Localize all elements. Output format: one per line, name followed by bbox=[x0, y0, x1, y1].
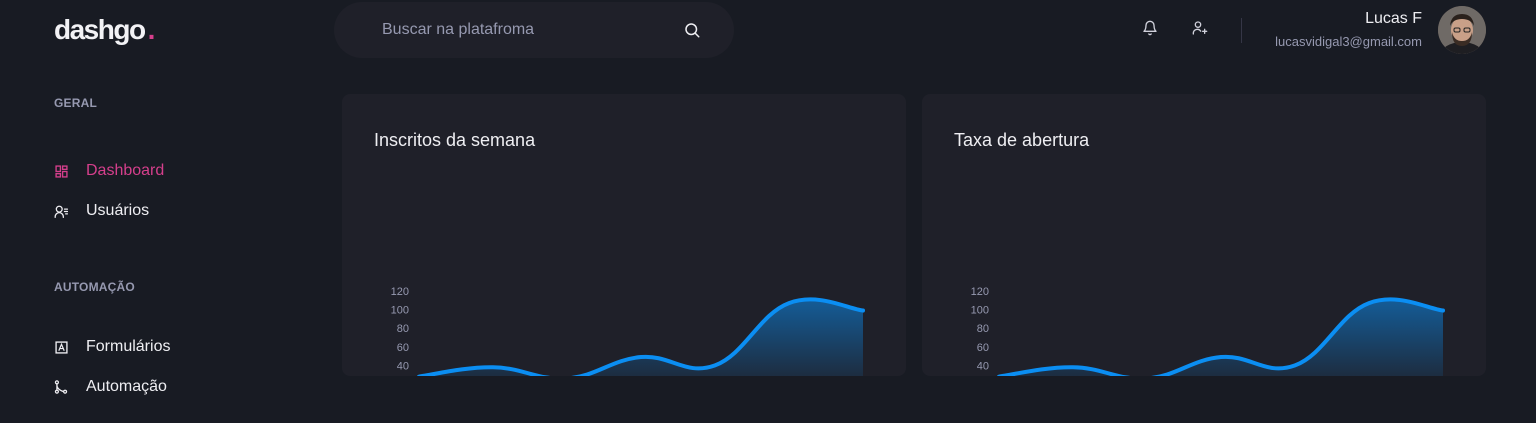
users-icon bbox=[54, 204, 68, 218]
sidebar: GERAL Dashboard Usuários AUTOMAÇÃO Formu… bbox=[54, 96, 294, 399]
sidebar-item-dashboard[interactable]: Dashboard bbox=[54, 159, 294, 183]
sidebar-item-label: Formulários bbox=[86, 338, 171, 355]
y-tick-label: 100 bbox=[971, 305, 989, 317]
search-bar bbox=[334, 2, 734, 58]
y-tick-label: 120 bbox=[971, 286, 989, 298]
sidebar-section-title: AUTOMAÇÃO bbox=[54, 280, 135, 294]
brand-dot: . bbox=[147, 14, 156, 45]
area-fill bbox=[1002, 299, 1443, 376]
area-fill bbox=[422, 299, 863, 376]
search-input[interactable] bbox=[382, 21, 682, 39]
profile-email: lucasvidigal3@gmail.com bbox=[1275, 34, 1422, 49]
y-tick-label: 100 bbox=[391, 305, 409, 317]
sidebar-item-label: Usuários bbox=[86, 202, 150, 219]
sidebar-section-title: GERAL bbox=[54, 96, 97, 110]
dashboard-icon bbox=[54, 164, 68, 178]
chart-card-taxa-abertura: Taxa de abertura 123456720406080100120 bbox=[922, 94, 1486, 376]
sidebar-item-formularios[interactable]: Formulários bbox=[54, 335, 294, 359]
chart-card-inscritos: Inscritos da semana 12345672040608010012… bbox=[342, 94, 906, 376]
profile-info[interactable]: Lucas F lucasvidigal3@gmail.com bbox=[1275, 10, 1422, 49]
y-tick-label: 60 bbox=[977, 342, 989, 354]
header-actions bbox=[1140, 18, 1210, 38]
area-chart: 123456720406080100120 bbox=[971, 286, 1445, 376]
y-tick-label: 80 bbox=[977, 323, 989, 335]
y-tick-label: 40 bbox=[977, 360, 989, 372]
y-tick-label: 80 bbox=[397, 323, 409, 335]
avatar[interactable] bbox=[1438, 6, 1486, 54]
bell-icon[interactable] bbox=[1140, 18, 1160, 38]
brand-logo[interactable]: dashgo. bbox=[54, 14, 156, 46]
sidebar-item-label: Automação bbox=[86, 378, 167, 395]
sidebar-item-usuarios[interactable]: Usuários bbox=[54, 199, 294, 223]
area-chart: 123456720406080100120 bbox=[391, 286, 865, 376]
header-divider bbox=[1241, 18, 1242, 43]
search-icon[interactable] bbox=[682, 20, 702, 40]
sidebar-item-label: Dashboard bbox=[86, 162, 165, 179]
y-tick-label: 60 bbox=[397, 342, 409, 354]
profile-name: Lucas F bbox=[1365, 10, 1422, 27]
user-plus-icon[interactable] bbox=[1190, 18, 1210, 38]
sidebar-item-automacao[interactable]: Automação bbox=[54, 375, 294, 399]
git-merge-icon bbox=[54, 380, 68, 394]
y-tick-label: 120 bbox=[391, 286, 409, 298]
y-tick-label: 40 bbox=[397, 360, 409, 372]
form-icon bbox=[54, 340, 68, 354]
